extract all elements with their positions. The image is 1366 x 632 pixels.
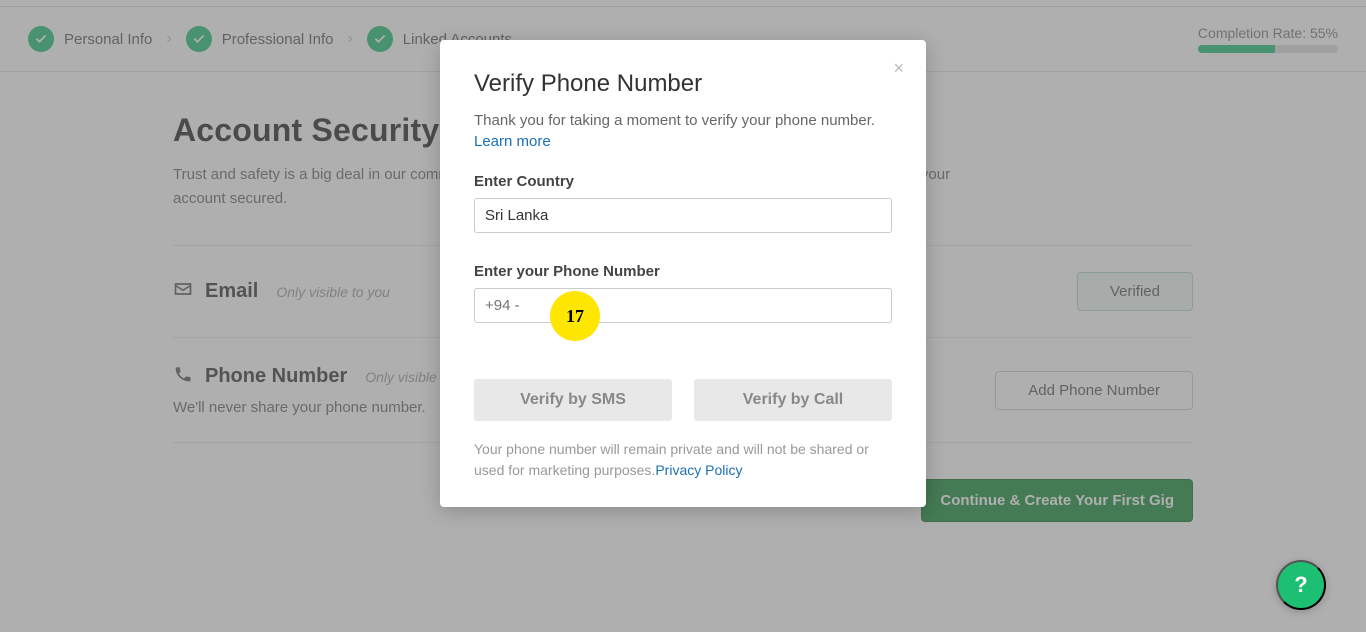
country-input[interactable] (474, 198, 892, 233)
verify-by-sms-button[interactable]: Verify by SMS (474, 379, 672, 421)
phone-number-input[interactable] (474, 288, 892, 323)
country-label: Enter Country (474, 173, 892, 190)
modal-desc: Thank you for taking a moment to verify … (474, 112, 875, 129)
modal-privacy-note: Your phone number will remain private an… (474, 439, 892, 481)
modal-title: Verify Phone Number (474, 70, 892, 98)
verify-by-call-button[interactable]: Verify by Call (694, 379, 892, 421)
verify-phone-modal: × Verify Phone Number Thank you for taki… (440, 40, 926, 507)
help-button[interactable]: ? (1276, 560, 1326, 610)
instruction-badge: 17 (550, 291, 600, 341)
learn-more-link[interactable]: Learn more (474, 133, 551, 150)
phone-label: Enter your Phone Number (474, 263, 892, 280)
privacy-policy-link[interactable]: Privacy Policy (655, 462, 742, 478)
close-icon[interactable]: × (893, 58, 904, 79)
